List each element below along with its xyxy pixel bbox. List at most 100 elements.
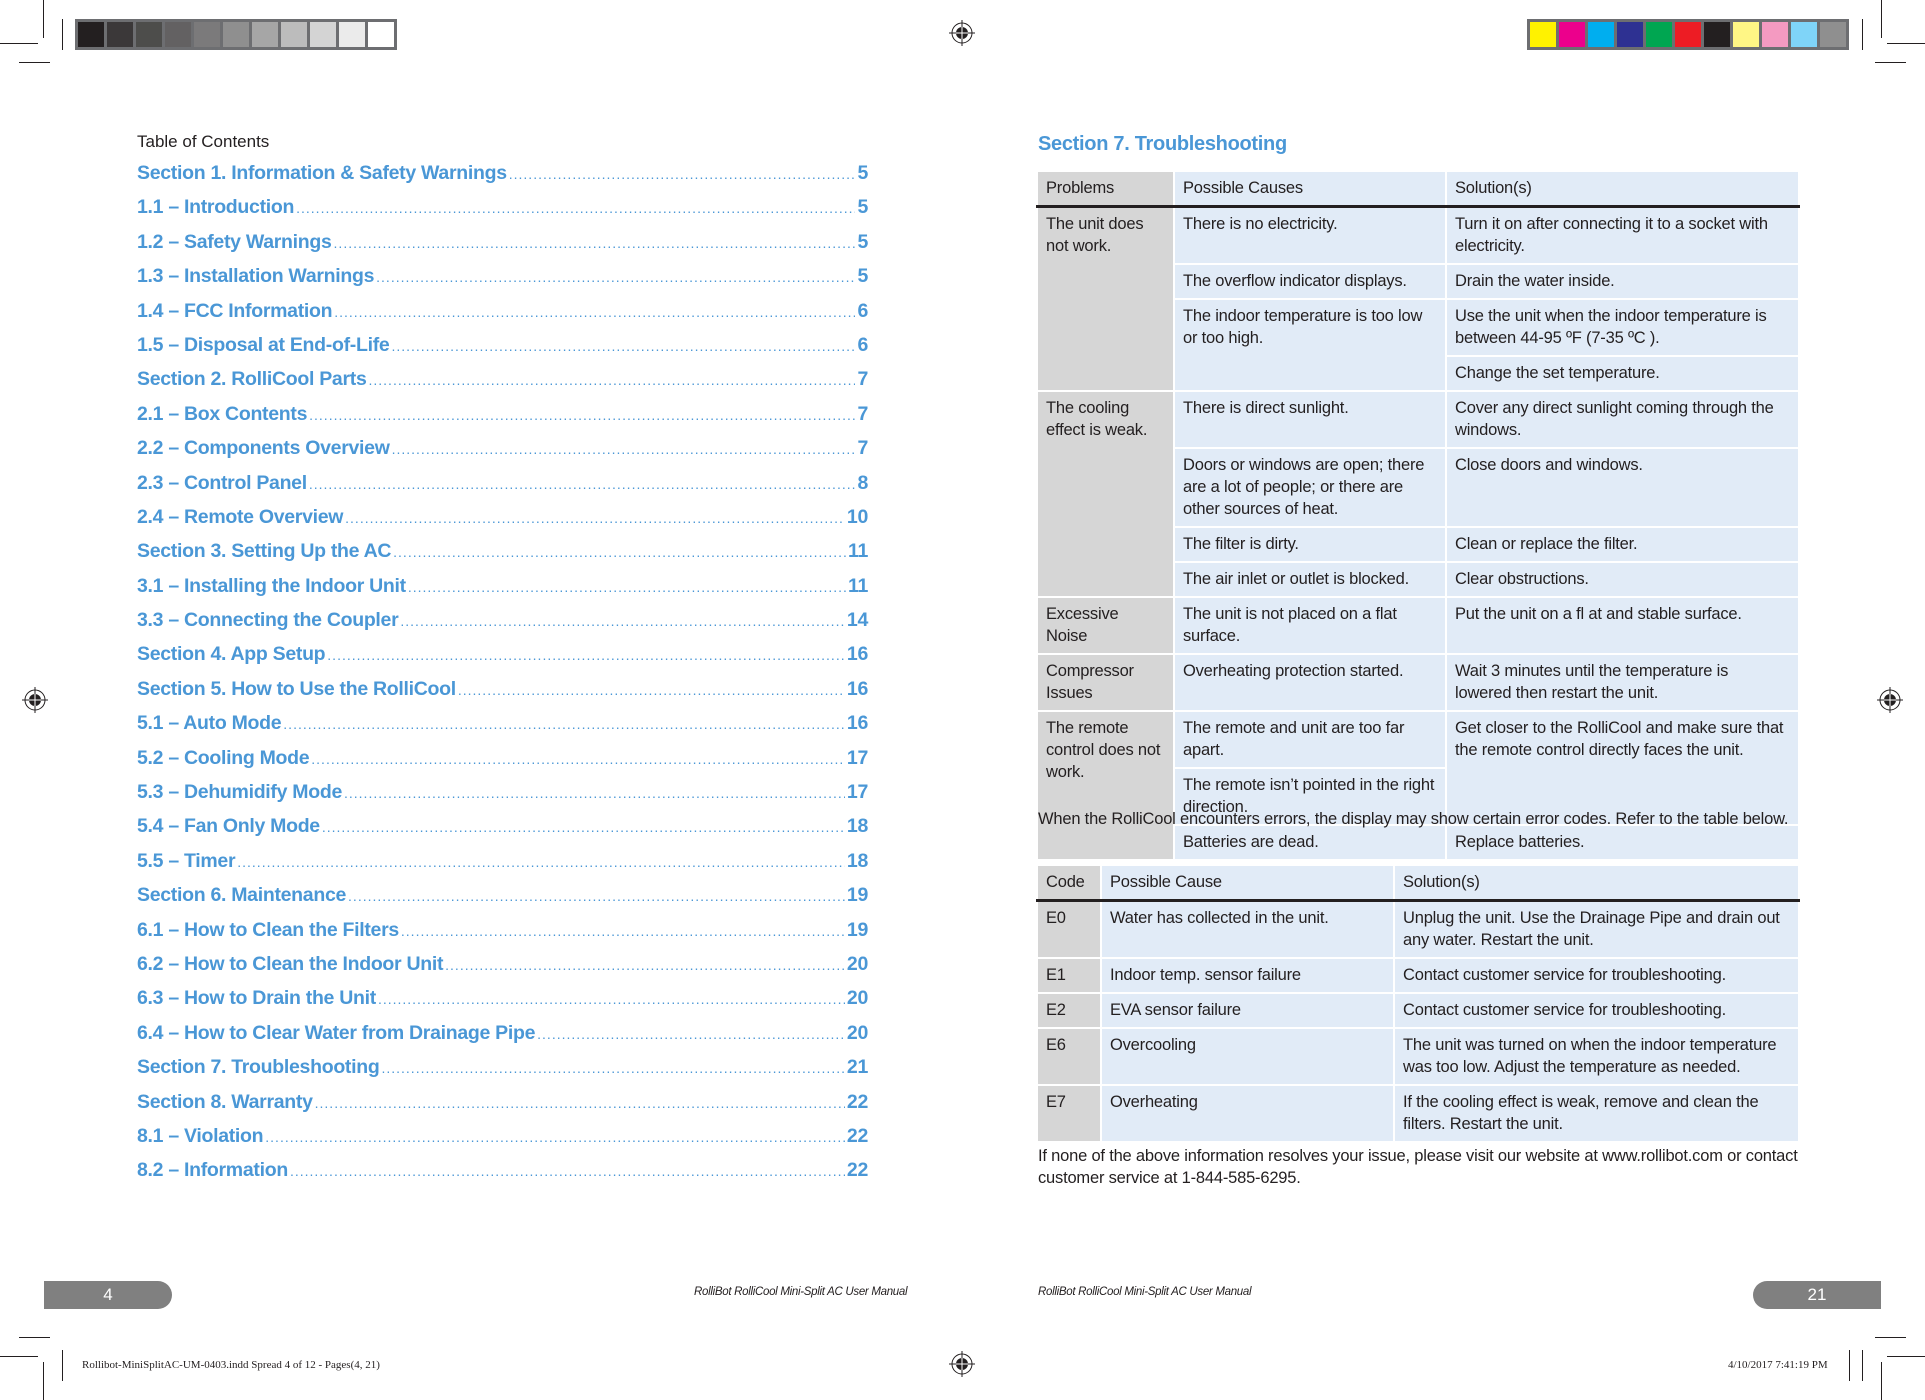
solution-cell: Change the set temperature. xyxy=(1445,355,1800,392)
page-number: 21 xyxy=(1807,1285,1827,1304)
toc-entry[interactable]: Section 7. Troubleshooting 21 xyxy=(137,1056,868,1090)
toc-entry[interactable]: 1.2 – Safety Warnings 5 xyxy=(137,231,868,265)
color-swatch xyxy=(1559,22,1585,47)
crop-mark xyxy=(1862,1350,1863,1381)
running-footer: RolliBot RolliCool Mini-Split AC User Ma… xyxy=(1038,1286,1252,1298)
toc-entry[interactable]: 1.4 – FCC Information 6 xyxy=(137,300,868,334)
toc-entry-label: Section 1. Information & Safety Warnings xyxy=(137,162,507,184)
column-header: Solution(s) xyxy=(1445,170,1800,208)
toc-entry[interactable]: 8.2 – Information 22 xyxy=(137,1159,868,1193)
color-swatch xyxy=(368,22,394,47)
table-row: The unit does not work. There is no elec… xyxy=(1036,205,1800,392)
toc-entry-page: 18 xyxy=(846,849,868,872)
toc-entry[interactable]: 5.4 – Fan Only Mode 18 xyxy=(137,815,868,849)
color-swatch xyxy=(1646,22,1672,47)
toc-entry-page: 6 xyxy=(857,299,868,322)
table-row: The remote control does not work. The re… xyxy=(1036,710,1800,861)
toc-entry[interactable]: Section 4. App Setup 16 xyxy=(137,643,868,677)
problem-cell: The unit does not work. xyxy=(1036,205,1175,392)
toc-entry[interactable]: 3.1 – Installing the Indoor Unit 11 xyxy=(137,575,868,609)
toc-entry[interactable]: 6.4 – How to Clear Water from Drainage P… xyxy=(137,1022,868,1056)
toc-entry[interactable]: Section 2. RolliCool Parts 7 xyxy=(137,368,868,402)
toc-entry-label: 5.3 – Dehumidify Mode xyxy=(137,781,342,804)
code-cell: E2 xyxy=(1036,992,1102,1029)
toc-entry[interactable]: 5.1 – Auto Mode 16 xyxy=(137,712,868,746)
crop-mark xyxy=(62,19,63,50)
toc-entry-label: 1.3 – Installation Warnings xyxy=(137,265,375,288)
color-swatch xyxy=(1617,22,1643,47)
crop-mark xyxy=(1881,0,1882,38)
crop-mark xyxy=(1887,1356,1925,1357)
toc-entry[interactable]: 3.3 – Connecting the Coupler 14 xyxy=(137,609,868,643)
toc-entry[interactable]: 1.3 – Installation Warnings 5 xyxy=(137,265,868,299)
problem-cell: Excessive Noise xyxy=(1036,596,1175,655)
toc-leader-dots xyxy=(537,1026,845,1042)
cause-cell: There is direct sunlight. xyxy=(1173,390,1447,449)
toc-leader-dots xyxy=(401,923,845,939)
toc-entry-label: 5.5 – Timer xyxy=(137,849,236,872)
table-row: E0 Water has collected in the unit. Unplug… xyxy=(1036,899,1800,959)
toc-entry[interactable]: 8.1 – Violation 22 xyxy=(137,1125,868,1159)
column-header: Possible Cause xyxy=(1100,864,1395,902)
color-swatch xyxy=(1820,22,1846,47)
crop-mark xyxy=(1849,1350,1850,1381)
toc-entry-page: 10 xyxy=(846,505,868,528)
color-swatch xyxy=(1791,22,1817,47)
table-row: E2 EVA sensor failure Contact customer ser… xyxy=(1036,992,1800,1029)
cause-cell: The overflow indicator displays. xyxy=(1173,263,1447,300)
toc-entry[interactable]: 2.4 – Remote Overview 10 xyxy=(137,506,868,540)
solution-cell: Clean or replace the filter. xyxy=(1445,526,1800,563)
running-footer: RolliBot RolliCool Mini-Split AC User Ma… xyxy=(694,1286,908,1298)
toc-entry[interactable]: 1.5 – Disposal at End-of-Life 6 xyxy=(137,334,868,368)
toc-entry[interactable]: 5.5 – Timer 18 xyxy=(137,850,868,884)
toc-entry[interactable]: 5.3 – Dehumidify Mode 17 xyxy=(137,781,868,815)
toc-leader-dots xyxy=(311,751,845,767)
toc-leader-dots xyxy=(369,372,856,388)
toc-entry[interactable]: 2.2 – Components Overview 7 xyxy=(137,437,868,471)
toc-entry-label: 3.1 – Installing the Indoor Unit xyxy=(137,574,406,597)
toc-entry-page: 19 xyxy=(846,918,868,941)
cause-cell: Overcooling xyxy=(1100,1027,1395,1086)
solution-cell: If the cooling effect is weak, remove an… xyxy=(1393,1084,1800,1143)
color-swatch xyxy=(1530,22,1556,47)
toc-entry-page: 16 xyxy=(846,677,868,700)
cause-cell: The remote and unit are too far apart. xyxy=(1173,710,1447,769)
color-swatch xyxy=(223,22,249,47)
toc-entry[interactable]: Section 1. Information & Safety Warnings… xyxy=(137,162,868,196)
cause-cell: EVA sensor failure xyxy=(1100,992,1395,1029)
toc-entry[interactable]: 2.1 – Box Contents 7 xyxy=(137,403,868,437)
column-header: Problems xyxy=(1036,170,1175,208)
solution-cell: Wait 3 minutes until the temperature is … xyxy=(1445,653,1800,712)
toc-entry-label: 5.4 – Fan Only Mode xyxy=(137,815,320,838)
toc-leader-dots xyxy=(334,304,855,320)
toc-entry[interactable]: 6.3 – How to Drain the Unit 20 xyxy=(137,987,868,1021)
toc-entry-label: 6.4 – How to Clear Water from Drainage P… xyxy=(137,1021,536,1044)
toc-entry-label: 8.1 – Violation xyxy=(137,1124,264,1147)
toc-entry-label: 6.1 – How to Clean the Filters xyxy=(137,918,399,941)
toc-entry-page: 7 xyxy=(857,368,868,391)
toc-entry[interactable]: Section 5. How to Use the RolliCool 16 xyxy=(137,678,868,712)
toc-entry[interactable]: Section 8. Warranty 22 xyxy=(137,1091,868,1125)
toc-entry[interactable]: 6.1 – How to Clean the Filters 19 xyxy=(137,919,868,953)
toc-entry-page: 17 xyxy=(846,746,868,769)
color-swatch xyxy=(165,22,191,47)
toc-leader-dots xyxy=(265,1129,845,1145)
toc-entry-label: 1.5 – Disposal at End-of-Life xyxy=(137,333,390,356)
toc-entry[interactable]: Section 6. Maintenance 19 xyxy=(137,884,868,918)
solution-cell: Contact customer service for troubleshoo… xyxy=(1393,957,1800,994)
toc-entry-page: 5 xyxy=(857,162,868,184)
cause-cell: There is no electricity. xyxy=(1173,205,1447,265)
toc-entry[interactable]: Section 3. Setting Up the AC 11 xyxy=(137,540,868,574)
toc-entry[interactable]: 5.2 – Cooling Mode 17 xyxy=(137,747,868,781)
toc-entry[interactable]: 6.2 – How to Clean the Indoor Unit 20 xyxy=(137,953,868,987)
table-row: E7 Overheating If the cooling effect is we… xyxy=(1036,1084,1800,1143)
toc-entry[interactable]: 2.3 – Control Panel 8 xyxy=(137,472,868,506)
toc-entry-page: 19 xyxy=(846,884,868,907)
toc-entry[interactable]: 1.1 – Introduction 5 xyxy=(137,196,868,230)
table-row: E1 Indoor temp. sensor failure Contact cus… xyxy=(1036,957,1800,994)
solution-cell: Unplug the unit. Use the Drainage Pipe a… xyxy=(1393,899,1800,959)
cause-cell: Indoor temp. sensor failure xyxy=(1100,957,1395,994)
crop-mark xyxy=(1887,43,1925,44)
toc-entry-page: 18 xyxy=(846,815,868,838)
toc-leader-dots xyxy=(309,407,855,423)
